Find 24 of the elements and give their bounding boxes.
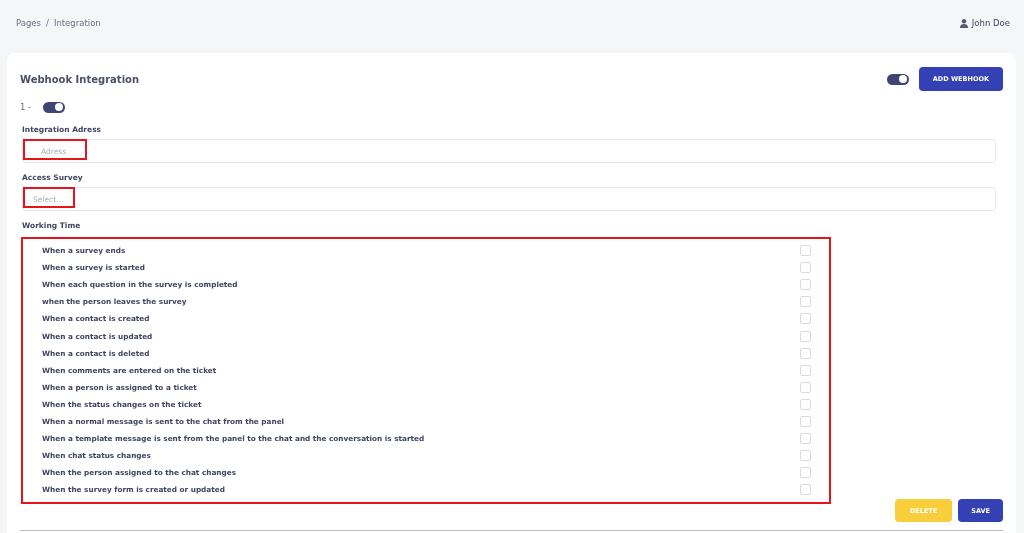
checkbox[interactable] <box>800 330 811 342</box>
checkbox[interactable] <box>800 279 811 291</box>
checkbox[interactable] <box>800 381 811 393</box>
checkbox[interactable] <box>800 364 811 376</box>
breadcrumb-item[interactable]: Integration <box>53 18 101 28</box>
breadcrumb-separator: / <box>46 18 49 28</box>
checkbox[interactable] <box>800 433 811 445</box>
user-name[interactable]: John Doe <box>971 18 1010 28</box>
checkbox[interactable] <box>800 450 811 462</box>
breadcrumb-item[interactable]: Pages <box>16 18 41 28</box>
checkbox[interactable] <box>800 245 811 257</box>
toggle-switch[interactable] <box>886 73 909 85</box>
checkbox[interactable] <box>800 398 811 410</box>
webhook-index: 1 - <box>20 102 32 112</box>
checkbox[interactable] <box>800 296 811 308</box>
checkbox[interactable] <box>800 416 811 427</box>
checkbox[interactable] <box>800 313 811 325</box>
checkbox[interactable] <box>800 484 811 496</box>
checkbox[interactable] <box>800 467 811 479</box>
user-icon <box>959 18 968 28</box>
checkbox[interactable] <box>800 262 811 274</box>
checkbox[interactable] <box>800 347 811 359</box>
toggle-switch[interactable] <box>43 101 66 113</box>
card-title: Webhook Integration <box>20 73 140 85</box>
